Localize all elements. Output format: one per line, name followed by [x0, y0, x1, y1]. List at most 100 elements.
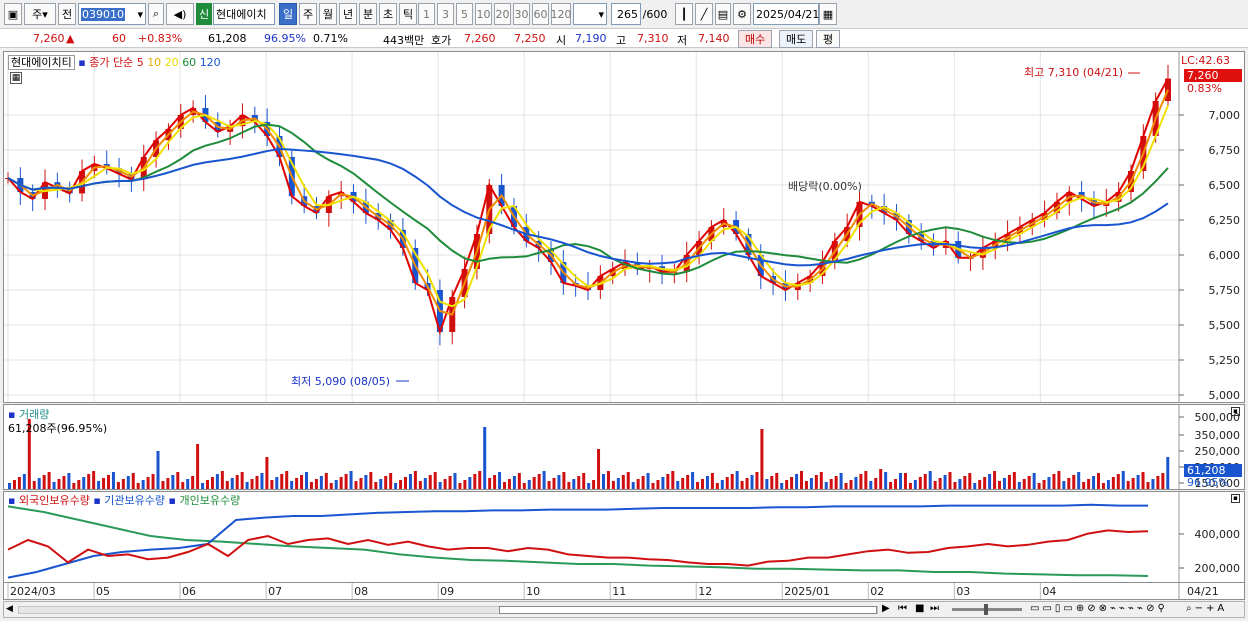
volume-bar [597, 449, 601, 489]
volume-value: 61,208 [208, 32, 247, 45]
tab-month[interactable]: 월 [319, 3, 337, 25]
x-tick-label: 2025/01 [784, 585, 830, 598]
volume-bar [498, 472, 502, 489]
layout-icon[interactable]: ▣ [4, 3, 22, 25]
interval-5[interactable]: 5 [456, 3, 473, 25]
x-tick-label: 11 [612, 585, 626, 598]
volume-bar [423, 478, 427, 489]
ma-60: 60 [182, 56, 197, 69]
table-icon[interactable]: ▦ [10, 72, 22, 84]
interval-20[interactable]: 20 [494, 3, 511, 25]
search-icon[interactable]: ⌕ [148, 3, 164, 25]
stock-name-label[interactable]: 현대에이치티 [8, 55, 75, 70]
tab-second[interactable]: 초 [379, 3, 397, 25]
volume-bar [77, 480, 81, 489]
stop-icon[interactable]: ■ [915, 603, 924, 614]
volume-pct-text: 96.95% [1187, 476, 1229, 489]
open-label: 시 [556, 34, 567, 47]
volume-bar [903, 473, 907, 489]
draw-tool-icon[interactable]: ╱ [695, 3, 713, 25]
date-input[interactable]: 2025/04/21 [753, 3, 819, 25]
save-icon[interactable]: ▤ [715, 3, 731, 25]
volume-bar [146, 477, 150, 489]
up-arrow-icon: ▲ [66, 32, 75, 45]
volume-bar [1037, 483, 1041, 489]
interval-10[interactable]: 10 [475, 3, 492, 25]
volume-bar [770, 476, 774, 489]
speaker-icon[interactable]: ◀) [166, 3, 194, 25]
last-icon[interactable]: ⏭ [930, 603, 939, 614]
scroll-right-icon[interactable]: ▶ [882, 603, 890, 614]
current-price-tag-text: 7,260 [1187, 69, 1219, 82]
compare-button[interactable]: 전 [58, 3, 76, 25]
scroll-thumb[interactable] [499, 606, 877, 614]
vol-tick-label: 250,000 [1195, 445, 1241, 458]
interval-1[interactable]: 1 [418, 3, 435, 25]
tab-week[interactable]: 주 [299, 3, 317, 25]
interval-60[interactable]: 60 [532, 3, 549, 25]
holding-legend: ▪ 외국인보유수량 ▪ 기관보유수량 ▪ 개인보유수량 [8, 492, 240, 508]
gear-icon[interactable]: ⚙ [733, 3, 751, 25]
average-button[interactable]: 평 [816, 30, 841, 48]
volume-bar [389, 473, 393, 489]
volume-bar [359, 478, 363, 489]
volume-bar [918, 477, 922, 489]
volume-bar [859, 474, 863, 489]
x-tick-label: 10 [526, 585, 540, 598]
volume-bar [512, 476, 516, 489]
calendar-icon[interactable]: ▦ [819, 3, 837, 25]
code-input[interactable]: 039010 ▾ [78, 3, 146, 25]
volume-bar [206, 480, 209, 489]
count-input[interactable]: 265 [611, 3, 641, 25]
interval-3[interactable]: 3 [437, 3, 454, 25]
tab-tick[interactable]: 틱 [399, 3, 417, 25]
zoom-slider-handle[interactable] [984, 604, 988, 615]
volume-bar [176, 472, 180, 489]
chart-tools-icons[interactable]: ▭▭▯▭⊕⊘⊗⌁⌁⌁⌁⊘⚲ [1030, 603, 1168, 614]
price-axis: 7,000 6,750 6,500 6,250 6,000 5,750 5,500 5,250… [1179, 109, 1240, 402]
volume-bar [354, 481, 358, 489]
period-select[interactable]: 주 ▾ [24, 3, 56, 25]
volume-bar [1012, 472, 1016, 489]
volume-bar [215, 474, 219, 489]
volume-bar [181, 482, 185, 489]
tab-year[interactable]: 년 [339, 3, 357, 25]
hold-tick-label: 200,000 [1195, 562, 1241, 575]
volume-bar [889, 482, 893, 489]
volume-bar [329, 483, 333, 489]
interval-custom-select[interactable]: ▾ [573, 3, 607, 25]
volume-bar [750, 475, 754, 489]
scroll-track[interactable] [18, 606, 878, 614]
panel-menu-icon[interactable]: ▪ [1231, 407, 1240, 416]
volume-bar [869, 481, 873, 489]
candle-icon[interactable]: ┃ [675, 3, 693, 25]
y-tick-label: 5,250 [1209, 354, 1241, 367]
first-icon[interactable]: ⏮ [898, 603, 907, 614]
low-annotation: 최저 5,090 (08/05) [291, 375, 390, 388]
volume-bar [1007, 475, 1011, 489]
interval-30[interactable]: 30 [513, 3, 530, 25]
y-tick-label: 7,000 [1209, 109, 1241, 122]
volume-bar [547, 481, 551, 489]
tab-day[interactable]: 일 [279, 3, 297, 25]
volume-bar [1131, 478, 1135, 489]
volume-bar [245, 482, 249, 489]
volume-bar [57, 479, 61, 489]
scroll-left-icon[interactable]: ◀ [6, 604, 13, 614]
buy-button[interactable]: 매수 [738, 30, 773, 48]
panel-menu-icon[interactable]: ▪ [1231, 494, 1240, 503]
volume-bar [394, 483, 398, 489]
zoom-controls-icon[interactable]: ⌕−+A [1186, 603, 1227, 614]
volume-bar [542, 471, 546, 489]
sell-button[interactable]: 매도 [779, 30, 814, 48]
volume-bar [62, 476, 66, 489]
x-tick-label: 06 [182, 585, 196, 598]
interval-120[interactable]: 120 [551, 3, 572, 25]
tab-minute[interactable]: 분 [359, 3, 377, 25]
dropdown-icon[interactable]: ▾ [137, 8, 143, 21]
y-tick-label: 6,250 [1209, 214, 1241, 227]
stock-name-field[interactable]: 현대에이치 [213, 3, 275, 25]
y-tick-label: 5,500 [1209, 319, 1241, 332]
price-change: 60 [112, 32, 126, 45]
bid-price: 7,250 [514, 32, 546, 45]
